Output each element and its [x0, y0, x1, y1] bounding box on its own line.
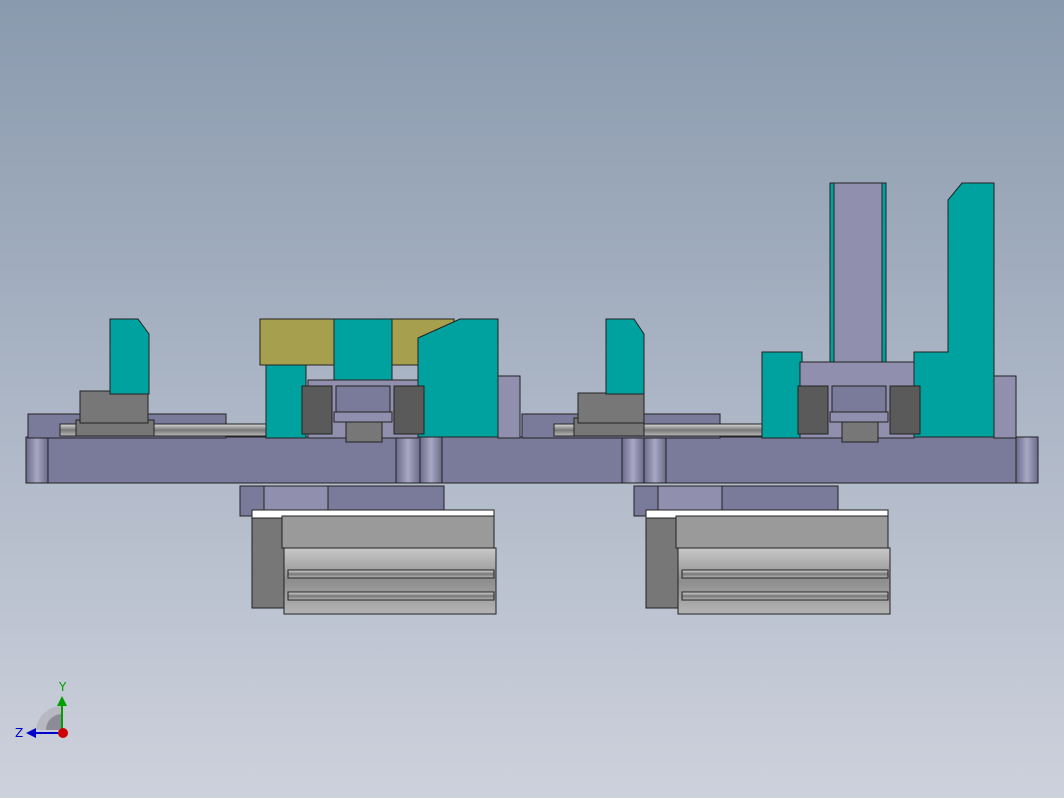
slider-block-1[interactable] [79, 390, 149, 424]
cylinder-barrel-2[interactable] [677, 547, 891, 615]
base-plate[interactable] [25, 436, 1039, 484]
cylinder-body-1[interactable] [281, 515, 495, 549]
cylinder-body-2[interactable] [675, 515, 889, 549]
center-block-1[interactable] [335, 385, 391, 415]
cylinder-barrel-1[interactable] [283, 547, 497, 615]
clamp-block-1[interactable] [265, 361, 307, 439]
tall-column-2[interactable] [829, 182, 887, 390]
clamp-jaw-left-1[interactable] [259, 318, 335, 366]
bearing-right-1[interactable] [393, 385, 425, 435]
model-view[interactable]: Y Z [0, 0, 1064, 798]
guide-shoe-cap-1[interactable] [333, 411, 393, 423]
base-joint-1[interactable] [395, 436, 421, 484]
guide-shoe-cap-2[interactable] [829, 411, 889, 423]
cylinder-rod-a-1[interactable] [287, 569, 495, 579]
base-joint-2[interactable] [419, 436, 443, 484]
locator-post-1[interactable] [109, 318, 150, 395]
base-end-right[interactable] [1015, 436, 1039, 484]
bearing-right-2[interactable] [889, 385, 921, 435]
base-joint-3[interactable] [621, 436, 645, 484]
y-axis-label: Y [58, 680, 67, 694]
center-block-2[interactable] [831, 385, 887, 415]
cylinder-rod-b-1[interactable] [287, 591, 495, 601]
cylinder-end-cap-2[interactable] [645, 509, 679, 609]
clamp-block-2[interactable] [761, 351, 803, 439]
cylinder-rod-a-2[interactable] [681, 569, 889, 579]
side-post-1[interactable] [417, 318, 499, 438]
cylinder-rod-b-2[interactable] [681, 591, 889, 601]
tall-column-edge-r-2[interactable] [881, 182, 887, 390]
locator-post-2[interactable] [605, 318, 645, 395]
cad-graphics-viewport[interactable]: Y Z [0, 0, 1064, 798]
bearing-left-2[interactable] [797, 385, 829, 435]
tall-column-edge-2[interactable] [829, 182, 835, 390]
base-end-left[interactable] [25, 436, 49, 484]
z-axis-label: Z [15, 726, 23, 740]
side-block-1[interactable] [497, 375, 521, 439]
slider-block-2[interactable] [577, 392, 645, 424]
x-axis-icon [58, 728, 68, 738]
base-joint-4[interactable] [643, 436, 667, 484]
side-block-2[interactable] [993, 375, 1017, 439]
bearing-left-1[interactable] [301, 385, 333, 435]
cylinder-end-cap-1[interactable] [251, 509, 285, 609]
